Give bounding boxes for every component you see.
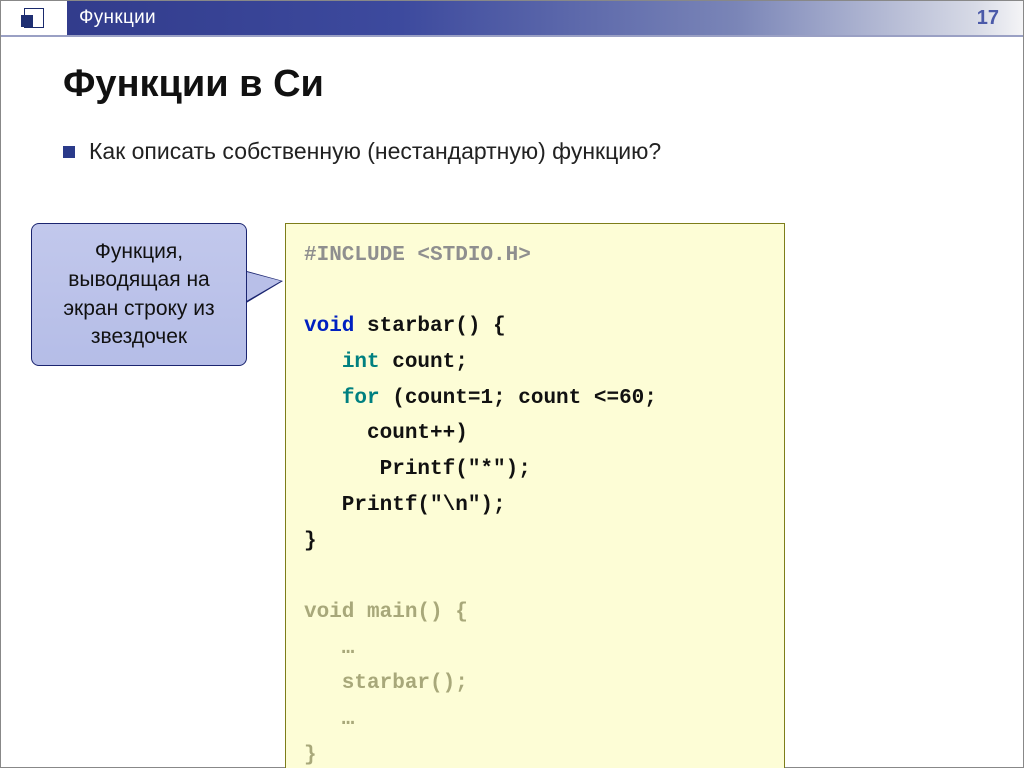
bullet-item: Как описать собственную (нестандартную) … bbox=[63, 138, 975, 165]
logo-mark bbox=[1, 1, 67, 35]
code-line: count++) bbox=[304, 416, 766, 452]
code-line: #INCLUDE <STDIO.H> bbox=[304, 238, 766, 274]
code-line: for (count=1; count <=60; bbox=[304, 381, 766, 417]
callout-text: Функция, выводящая на экран строку из зв… bbox=[63, 240, 214, 348]
callout-tail bbox=[243, 271, 281, 303]
slide-title: Функции в Си bbox=[63, 63, 975, 106]
callout-bubble: Функция, выводящая на экран строку из зв… bbox=[31, 223, 247, 366]
bullet-icon bbox=[63, 146, 75, 158]
code-line: int count; bbox=[304, 345, 766, 381]
code-line: } bbox=[304, 524, 766, 560]
slide-header: Функции bbox=[1, 1, 1023, 35]
section-title: Функции bbox=[67, 1, 1023, 35]
code-line: … bbox=[304, 702, 766, 738]
bullet-text: Как описать собственную (нестандартную) … bbox=[89, 138, 661, 165]
page-number: 17 bbox=[977, 7, 999, 30]
code-line: Printf("*"); bbox=[304, 452, 766, 488]
code-line: void starbar() { bbox=[304, 309, 766, 345]
code-line: Printf("\n"); bbox=[304, 488, 766, 524]
slide-body: Функции в Си Как описать собственную (не… bbox=[1, 37, 1023, 165]
code-line: void main() { bbox=[304, 595, 766, 631]
code-line: starbar(); bbox=[304, 666, 766, 702]
code-line bbox=[304, 274, 766, 310]
slide: Функции 17 Функции в Си Как описать собс… bbox=[0, 0, 1024, 768]
code-line: } bbox=[304, 738, 766, 768]
code-block: #INCLUDE <STDIO.H> void starbar() { int … bbox=[285, 223, 785, 768]
code-line: … bbox=[304, 631, 766, 667]
code-line bbox=[304, 559, 766, 595]
